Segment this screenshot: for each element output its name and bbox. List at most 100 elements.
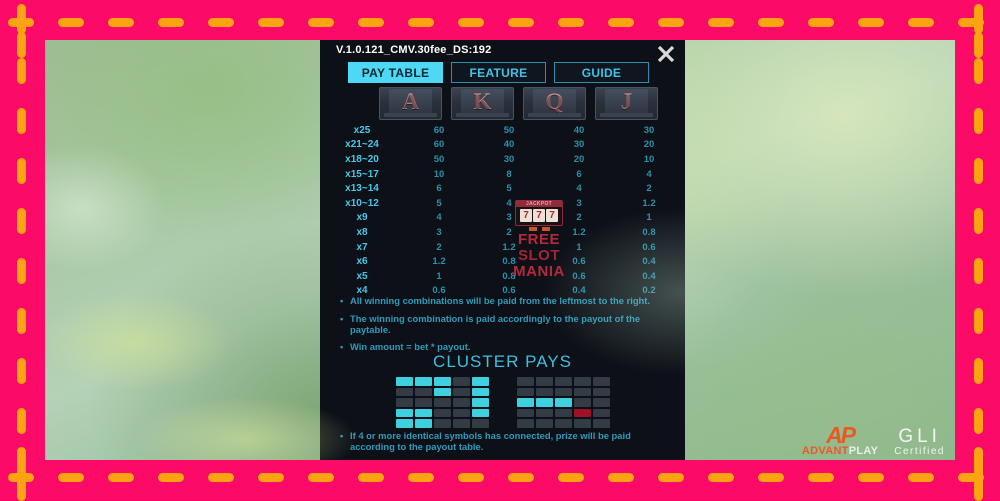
paytable-multiplier: x18~20 [345, 153, 379, 165]
frame-dash [974, 58, 983, 84]
frame-dash [858, 473, 884, 482]
cluster-cell-off [592, 387, 610, 396]
paytable-value-j: 0.4 [642, 270, 656, 282]
cluster-cell-on [535, 398, 553, 407]
frame-dash [758, 18, 784, 27]
tab-feature[interactable]: FEATURE [451, 62, 546, 83]
frame-dash [508, 473, 534, 482]
symbol-jack-letter: J [596, 88, 657, 119]
paytable-row: x15~17 10 8 6 4 [320, 167, 685, 182]
cluster-cell-off [554, 408, 572, 417]
paytable-row: x5 1 0.8 0.6 0.4 [320, 269, 685, 284]
cluster-cell-off [592, 408, 610, 417]
paytable-value-k: 1.2 [502, 241, 516, 253]
tab-guide[interactable]: GUIDE [554, 62, 649, 83]
paytable-value-k: 3 [506, 212, 512, 224]
gli-logo: GLI Certified [894, 427, 945, 457]
close-icon[interactable] [655, 43, 677, 65]
cluster-cell-on [471, 387, 489, 396]
frame-dash [108, 473, 134, 482]
cluster-example-lose [516, 377, 610, 428]
cluster-cell-off [433, 419, 451, 428]
cluster-cell-off [516, 408, 534, 417]
advantplay-logo: AP ADVANTPLAY [802, 424, 878, 458]
symbol-ace-letter: A [380, 88, 441, 119]
rule-item-2: The winning combination is paid accordin… [340, 313, 670, 336]
frame-dash [608, 473, 634, 482]
tab-bar: PAY TABLE FEATURE GUIDE [348, 62, 649, 83]
cluster-cell-on [395, 408, 413, 417]
paytable-value-a: 60 [433, 139, 445, 151]
frame-dash [708, 473, 734, 482]
cluster-cell-red [573, 408, 591, 417]
paytable-value-q: 40 [573, 124, 585, 136]
paytable-value-q: 1 [576, 241, 582, 253]
frame-dash [408, 18, 434, 27]
paytable-multiplier: x7 [356, 241, 368, 253]
version-label: V.1.0.121_CMV.30fee_DS:192 [336, 44, 492, 56]
cluster-cell-on [471, 377, 489, 386]
frame-dash [974, 32, 983, 58]
paytable-value-j: 1 [646, 212, 652, 224]
frame-dash [158, 18, 184, 27]
paytable-value-a: 60 [433, 124, 445, 136]
paytable-multiplier: x13~14 [345, 183, 379, 195]
cluster-cell-off [471, 419, 489, 428]
frame-dash [17, 475, 26, 501]
frame-dash [658, 18, 684, 27]
cluster-cell-off [535, 387, 553, 396]
paytable-multiplier: x15~17 [345, 168, 379, 180]
frame-dash [974, 408, 983, 434]
cluster-cell-off [554, 419, 572, 428]
cluster-cell-off [592, 377, 610, 386]
frame-dash [208, 18, 234, 27]
paytable-value-k: 0.8 [502, 256, 516, 268]
advantplay-word-advant: ADVANT [801, 445, 849, 457]
frame-dash [974, 258, 983, 284]
paytable-value-q: 4 [576, 183, 582, 195]
paytable-value-k: 0.8 [502, 270, 516, 282]
frame-dash [308, 18, 334, 27]
paytable-value-k: 30 [503, 153, 515, 165]
cluster-cell-off [535, 408, 553, 417]
paytable-row: x8 3 2 1.2 0.8 [320, 225, 685, 240]
frame-dash [508, 18, 534, 27]
cluster-cell-off [414, 387, 432, 396]
frame-dash [408, 473, 434, 482]
paytable-value-k: 5 [506, 183, 512, 195]
paytable-multiplier: x10~12 [345, 197, 379, 209]
paytable-multiplier: x21~24 [345, 139, 379, 151]
frame-dash [808, 473, 834, 482]
certification-logos: AP ADVANTPLAY GLI Certified [802, 424, 945, 458]
tab-pay-table[interactable]: PAY TABLE [348, 62, 443, 83]
frame-dash [258, 473, 284, 482]
outer-frame: V.1.0.121_CMV.30fee_DS:192 PAY TABLE FEA… [0, 0, 1000, 501]
advantplay-wordmark: ADVANTPLAY [802, 445, 878, 457]
paytable-value-a: 3 [436, 226, 442, 238]
frame-dash [358, 473, 384, 482]
frame-dash [858, 18, 884, 27]
cluster-cell-off [592, 419, 610, 428]
frame-dash [17, 258, 26, 284]
frame-dash [358, 18, 384, 27]
paytable-value-j: 0.8 [642, 226, 656, 238]
cluster-cell-off [452, 387, 470, 396]
paytable-row: x6 1.2 0.8 0.6 0.4 [320, 254, 685, 269]
frame-dash [17, 158, 26, 184]
frame-dash [974, 358, 983, 384]
cluster-cell-off [554, 387, 572, 396]
paytable-value-j: 0.4 [642, 256, 656, 268]
cluster-cell-on [395, 419, 413, 428]
paytable-value-j: 30 [643, 124, 655, 136]
frame-dash [974, 4, 983, 30]
paytable-value-a: 2 [436, 241, 442, 253]
frame-dash [458, 18, 484, 27]
paytable-value-q: 6 [576, 168, 582, 180]
frame-dash [558, 18, 584, 27]
cluster-cell-off [452, 377, 470, 386]
paytable-row: x9 4 3 2 1 [320, 211, 685, 226]
frame-dash [17, 108, 26, 134]
paytable-multiplier: x9 [356, 212, 368, 224]
paytable-value-a: 1 [436, 270, 442, 282]
paytable-value-j: 2 [646, 183, 652, 195]
